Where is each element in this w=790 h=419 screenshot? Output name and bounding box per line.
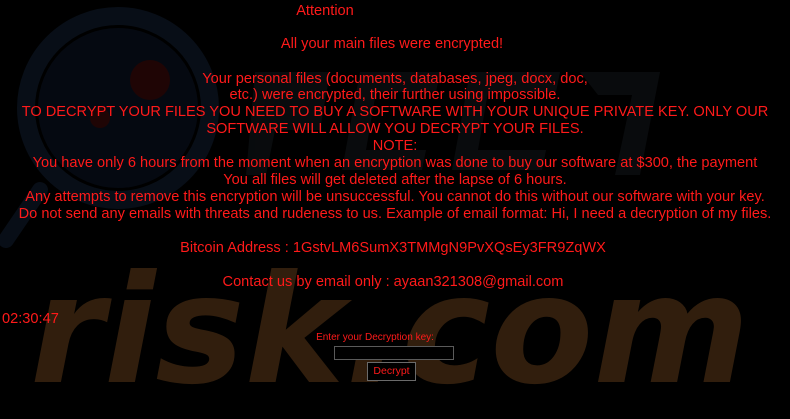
note-line-9: Do not send any emails with threats and … [18, 206, 772, 222]
contact-email: Contact us by email only : ayaan321308@g… [222, 274, 564, 290]
note-line-2: etc.) were encrypted, their further usin… [229, 87, 561, 103]
note-subheading: All your main files were encrypted! [280, 36, 504, 52]
note-line-8: Any attempts to remove this encryption w… [25, 189, 765, 205]
note-line-4: SOFTWARE WILL ALLOW YOU DECRYPT YOUR FIL… [206, 121, 584, 137]
watermark-text: risk.com [30, 244, 750, 418]
note-heading: Attention [296, 3, 354, 19]
decryption-key-input[interactable] [334, 346, 454, 360]
bitcoin-address: Bitcoin Address : 1GstvLM6SumX3TMMgN9PvX… [180, 240, 606, 256]
ransom-screen: risk.com Attention All your main files w… [0, 0, 790, 419]
note-line-7: You all files will get deleted after the… [223, 172, 567, 188]
note-line-3: TO DECRYPT YOUR FILES YOU NEED TO BUY A … [21, 104, 769, 120]
note-line-6: You have only 6 hours from the moment wh… [32, 155, 758, 171]
note-line-1: Your personal files (documents, database… [202, 71, 588, 87]
countdown-timer: 02:30:47 [2, 311, 59, 327]
note-line-5: NOTE: [372, 138, 418, 154]
decryption-key-label: Enter your Decryption key: [316, 332, 434, 343]
decrypt-button[interactable]: Decrypt [367, 362, 416, 381]
